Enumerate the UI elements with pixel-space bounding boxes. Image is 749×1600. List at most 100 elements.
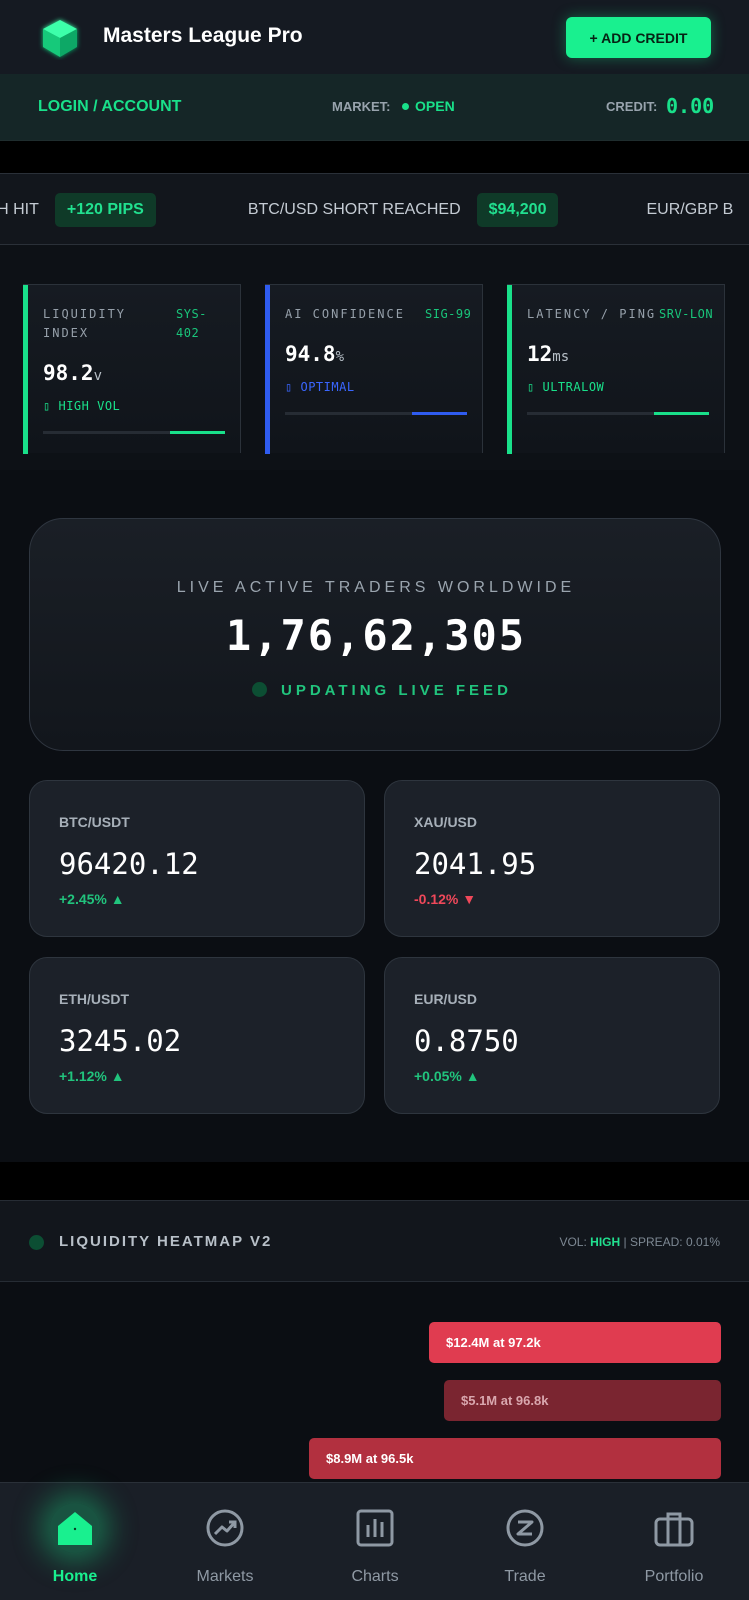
nav-label: Portfolio <box>644 1568 704 1585</box>
stat-number: 12 <box>527 342 553 366</box>
heatmap-bar: $8.9M at 96.5k <box>309 1438 721 1479</box>
stat-code: SRV-LON <box>659 307 714 321</box>
credit-value: 0.00 <box>666 94 715 118</box>
pair-price: 2041.95 <box>414 847 537 881</box>
bar-chart-icon <box>356 1509 394 1547</box>
spacer <box>0 141 749 173</box>
heatmap-bar: $12.4M at 97.2k <box>429 1322 721 1363</box>
stat-value: 12ms <box>527 342 569 366</box>
credit-label: CREDIT: <box>606 99 658 114</box>
pair-change: +2.45% ▲ <box>59 891 125 907</box>
stat-progress-fill <box>412 412 467 415</box>
stat-code: SIG-99 <box>425 307 472 321</box>
heatmap-bar-label: $8.9M at 96.5k <box>326 1451 414 1466</box>
pair-name: BTC/USDT <box>59 814 130 830</box>
ticker-item: ISH HIT +120 PIPS <box>0 193 156 227</box>
nav-home[interactable]: Home <box>0 1483 150 1600</box>
briefcase-icon <box>654 1512 694 1547</box>
market-status: OPEN <box>415 98 455 114</box>
stat-code: SYS-402 <box>176 307 207 340</box>
stat-status: ▯ OPTIMAL <box>285 380 355 394</box>
cube-icon <box>43 20 77 57</box>
news-ticker: ISH HIT +120 PIPS BTC/USD SHORT REACHED … <box>0 173 749 245</box>
heatmap-header: LIQUIDITY HEATMAP V2 VOL: HIGH | SPREAD:… <box>0 1200 749 1282</box>
ticker-text: EUR/GBP B <box>646 201 734 218</box>
nav-portfolio[interactable]: Portfolio <box>599 1483 749 1600</box>
stat-unit: ms <box>552 349 570 365</box>
stat-number: 98.2 <box>43 361 94 385</box>
home-icon <box>58 1512 92 1545</box>
market-status-dot <box>402 103 409 110</box>
stat-label: LATENCY / PING <box>527 307 657 321</box>
stat-status-text: OPTIMAL <box>300 380 355 394</box>
stat-label: AI CONFIDENCE <box>285 307 405 321</box>
nav-label: Charts <box>351 1568 399 1585</box>
nav-trade[interactable]: Trade <box>450 1483 600 1600</box>
stat-status: ▯ HIGH VOL <box>43 399 120 413</box>
stat-progress <box>43 431 225 434</box>
stat-number: 94.8 <box>285 342 336 366</box>
login-account-link[interactable]: LOGIN / ACCOUNT <box>38 98 181 116</box>
stat-status: ▯ ULTRALOW <box>527 380 604 394</box>
card-accent <box>23 285 28 454</box>
stat-progress <box>285 412 467 415</box>
spacer <box>0 1162 749 1200</box>
stat-progress-fill <box>170 431 225 434</box>
ticker-track: ISH HIT +120 PIPS BTC/USD SHORT REACHED … <box>0 174 749 244</box>
price-card-btc[interactable]: BTC/USDT 96420.12 +2.45% ▲ <box>29 780 365 937</box>
stat-status-text: ULTRALOW <box>542 380 605 394</box>
card-accent <box>265 285 270 454</box>
heatmap-bar-label: $12.4M at 97.2k <box>446 1335 541 1350</box>
market-label: MARKET: <box>332 99 391 114</box>
add-credit-button[interactable]: + ADD CREDIT <box>566 17 711 58</box>
stat-label: LIQUIDITY INDEX <box>43 307 127 340</box>
vol-value: HIGH <box>590 1235 621 1249</box>
ticker-item: BTC/USD SHORT REACHED $94,200 <box>248 193 559 227</box>
pair-price: 96420.12 <box>59 847 199 881</box>
heatmap-bar-label: $5.1M at 96.8k <box>461 1393 549 1408</box>
vol-label: VOL: <box>559 1235 587 1249</box>
pair-name: EUR/USD <box>414 991 478 1007</box>
spread-label: | SPREAD: 0.01% <box>623 1235 721 1249</box>
stat-progress-fill <box>654 412 709 415</box>
heatmap-bar: $5.1M at 96.8k <box>444 1380 721 1421</box>
ticker-item: EUR/GBP B <box>646 201 749 219</box>
nav-charts[interactable]: Charts <box>300 1483 450 1600</box>
app-header: Masters League Pro + ADD CREDIT <box>0 0 749 74</box>
ticker-badge: $94,200 <box>476 193 559 227</box>
nav-label: Markets <box>196 1568 254 1585</box>
stat-card-ai-confidence: AI CONFIDENCE SIG-99 94.8% ▯ OPTIMAL <box>265 284 483 454</box>
heatmap-title: LIQUIDITY HEATMAP V2 <box>59 1233 273 1250</box>
card-accent <box>507 285 512 454</box>
stat-card-latency: LATENCY / PING SRV-LON 12ms ▯ ULTRALOW <box>507 284 725 454</box>
traders-count: 1,76,62,305 <box>225 611 527 660</box>
live-traders-panel: LIVE ACTIVE TRADERS WORLDWIDE 1,76,62,30… <box>29 518 721 751</box>
price-card-eurusd[interactable]: EUR/USD 0.8750 +0.05% ▲ <box>384 957 720 1114</box>
bottom-navigation: Home Markets Charts Trade Portfolio <box>0 1482 749 1600</box>
traders-label: LIVE ACTIVE TRADERS WORLDWIDE <box>176 579 576 596</box>
pair-name: XAU/USD <box>414 814 478 830</box>
signal-icon: ▯ <box>285 380 293 394</box>
stat-card-liquidity: LIQUIDITY INDEX SYS-402 98.2v ▯ HIGH VOL <box>23 284 241 454</box>
nav-label: Trade <box>504 1568 546 1585</box>
stat-progress <box>527 412 709 415</box>
live-indicator-dot <box>252 682 267 697</box>
signal-icon: ▯ <box>527 380 535 394</box>
ticker-text: ISH HIT <box>0 201 39 218</box>
stat-unit: % <box>335 349 345 365</box>
nav-markets[interactable]: Markets <box>150 1483 300 1600</box>
price-card-xau[interactable]: XAU/USD 2041.95 -0.12% ▼ <box>384 780 720 937</box>
pair-price: 0.8750 <box>414 1024 519 1058</box>
ticker-text: BTC/USD SHORT REACHED <box>247 201 461 218</box>
nav-label: Home <box>52 1568 98 1585</box>
ticker-badge: +120 PIPS <box>54 193 156 227</box>
exchange-icon <box>506 1509 544 1547</box>
stat-unit: v <box>93 368 103 384</box>
trending-icon <box>206 1509 244 1547</box>
price-card-eth[interactable]: ETH/USDT 3245.02 +1.12% ▲ <box>29 957 365 1114</box>
pair-change: -0.12% ▼ <box>414 891 477 907</box>
app-title: Masters League Pro <box>103 24 303 47</box>
stat-value: 98.2v <box>43 361 102 385</box>
heatmap-status-dot <box>29 1235 44 1250</box>
account-bar: LOGIN / ACCOUNT MARKET: OPEN CREDIT: 0.0… <box>0 74 749 141</box>
